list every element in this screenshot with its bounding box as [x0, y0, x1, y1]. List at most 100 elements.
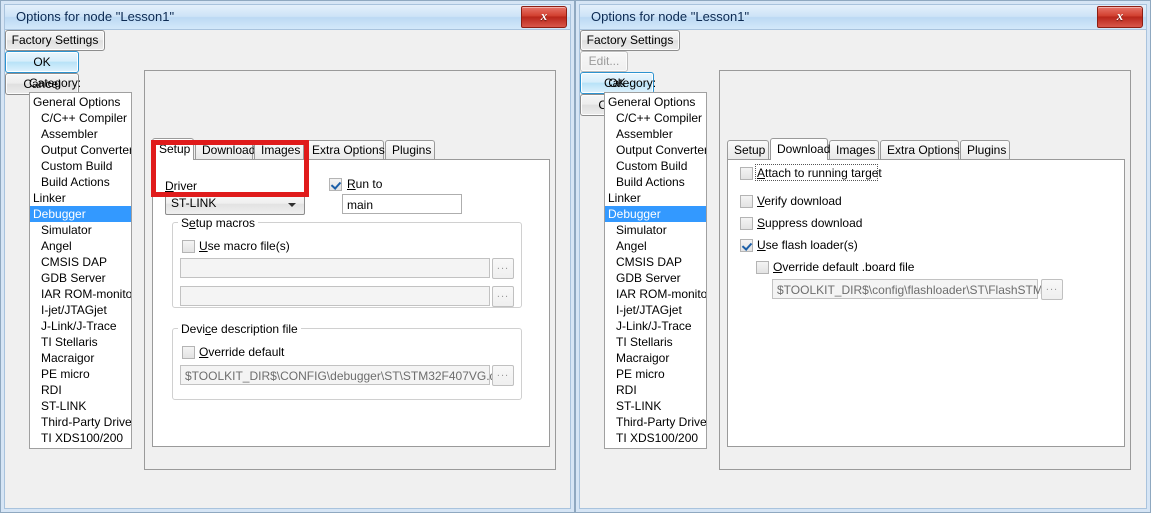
tab-download[interactable]: Download: [195, 140, 255, 159]
tabstrip-right: Setup Download Images Extra Options Plugins: [727, 138, 1125, 160]
category-list-left[interactable]: General Options C/C++ Compiler Assembler Ou…: [29, 92, 132, 449]
tab-download[interactable]: Download: [770, 138, 830, 160]
category-item-third-party-driver[interactable]: Third-Party Driver: [30, 414, 131, 430]
category-item-rdi[interactable]: RDI: [605, 382, 706, 398]
run-to-input[interactable]: main: [342, 194, 462, 214]
category-item-debugger[interactable]: Debugger: [30, 206, 131, 222]
override-default-label: Override default: [199, 345, 285, 359]
ok-button-left[interactable]: OK: [5, 51, 79, 73]
category-label-left: Category:: [29, 76, 82, 90]
category-item-general-options[interactable]: General Options: [30, 94, 131, 110]
suppress-download-label: Suppress download: [757, 216, 863, 230]
attach-to-running-target-checkbox[interactable]: [740, 167, 753, 180]
category-item-output-converter[interactable]: Output Converter: [30, 142, 131, 158]
category-item-assembler[interactable]: Assembler: [30, 126, 131, 142]
driver-label-rest: river: [173, 179, 198, 193]
tab-plugins[interactable]: Plugins: [960, 140, 1010, 159]
edit-board-file-button[interactable]: Edit...: [580, 51, 628, 72]
category-item-macraigor[interactable]: Macraigor: [605, 350, 706, 366]
category-item-cmsis-dap[interactable]: CMSIS DAP: [605, 254, 706, 270]
category-item-ti-stellaris[interactable]: TI Stellaris: [30, 334, 131, 350]
category-item-j-link-j-trace[interactable]: J-Link/J-Trace: [605, 318, 706, 334]
tab-plugins[interactable]: Plugins: [385, 140, 435, 159]
macro-file-browse-button-2[interactable]: ...: [492, 286, 514, 307]
driver-combobox[interactable]: ST-LINK: [165, 193, 305, 215]
category-item-gdb-server[interactable]: GDB Server: [605, 270, 706, 286]
category-item-cmsis-dap[interactable]: CMSIS DAP: [30, 254, 131, 270]
close-icon: x: [1116, 8, 1124, 23]
device-description-title: Device description file: [178, 322, 301, 336]
override-default-checkbox[interactable]: [182, 346, 195, 359]
category-item-gdb-server[interactable]: GDB Server: [30, 270, 131, 286]
category-item-i-jet-jtagjet[interactable]: I-jet/JTAGjet: [605, 302, 706, 318]
category-item-iar-rom-monitor[interactable]: IAR ROM-monitor: [30, 286, 131, 302]
category-item-ti-xds100-200[interactable]: TI XDS100/200: [605, 430, 706, 446]
category-item-custom-build[interactable]: Custom Build: [30, 158, 131, 174]
category-item-linker[interactable]: Linker: [30, 190, 131, 206]
use-macro-files-checkbox[interactable]: [182, 240, 195, 253]
client-area-right: Category: General Options C/C++ Compiler A…: [579, 29, 1147, 509]
verify-download-label: Verify download: [757, 194, 842, 208]
category-item-third-party-driver[interactable]: Third-Party Driver: [605, 414, 706, 430]
category-item-general-options[interactable]: General Options: [605, 94, 706, 110]
category-item-simulator[interactable]: Simulator: [605, 222, 706, 238]
board-file-input[interactable]: $TOOLKIT_DIR$\config\flashloader\ST\Flas…: [772, 279, 1050, 299]
category-item-c-c-compiler[interactable]: C/C++ Compiler: [605, 110, 706, 126]
category-item-pe-micro[interactable]: PE micro: [30, 366, 131, 382]
category-item-linker[interactable]: Linker: [605, 190, 706, 206]
attach-to-running-target-label: Attach to running target: [757, 166, 882, 180]
category-item-debugger[interactable]: Debugger: [605, 206, 706, 222]
category-item-c-c-compiler[interactable]: C/C++ Compiler: [30, 110, 131, 126]
category-item-ti-xds100-200[interactable]: TI XDS100/200: [30, 430, 131, 446]
macro-file-input-1[interactable]: [180, 258, 490, 278]
options-dialog-left: Options for node "Lesson1" x Category: G…: [0, 0, 575, 513]
titlebar-left: Options for node "Lesson1" x: [4, 4, 571, 29]
category-item-build-actions[interactable]: Build Actions: [30, 174, 131, 190]
category-list-right[interactable]: General Options C/C++ Compiler Assembler Ou…: [604, 92, 707, 449]
category-item-angel[interactable]: Angel: [605, 238, 706, 254]
device-description-browse-button[interactable]: ...: [492, 365, 514, 386]
category-label-right: Category:: [604, 76, 657, 90]
run-to-checkbox[interactable]: [329, 178, 342, 191]
close-icon: x: [540, 8, 548, 23]
category-item-pe-micro[interactable]: PE micro: [605, 366, 706, 382]
tab-setup[interactable]: Setup: [152, 138, 194, 160]
board-file-browse-button[interactable]: ...: [1041, 279, 1063, 300]
tab-setup[interactable]: Setup: [727, 140, 769, 159]
category-item-rdi[interactable]: RDI: [30, 382, 131, 398]
factory-settings-button-right[interactable]: Factory Settings: [580, 30, 680, 51]
category-item-ti-stellaris[interactable]: TI Stellaris: [605, 334, 706, 350]
category-item-angel[interactable]: Angel: [30, 238, 131, 254]
close-button-right[interactable]: x: [1097, 6, 1143, 28]
category-item-assembler[interactable]: Assembler: [605, 126, 706, 142]
device-description-input[interactable]: $TOOLKIT_DIR$\CONFIG\debugger\ST\STM32F4…: [180, 365, 506, 385]
tab-extra-options[interactable]: Extra Options: [305, 140, 385, 159]
category-item-build-actions[interactable]: Build Actions: [605, 174, 706, 190]
ellipsis-icon: ...: [496, 260, 510, 272]
use-flash-loaders-checkbox[interactable]: [740, 239, 753, 252]
use-flash-loaders-label: Use flash loader(s): [757, 238, 858, 252]
window-title-left: Options for node "Lesson1": [16, 9, 175, 24]
category-item-i-jet-jtagjet[interactable]: I-jet/JTAGjet: [30, 302, 131, 318]
factory-settings-button-left[interactable]: Factory Settings: [5, 30, 105, 51]
verify-download-checkbox[interactable]: [740, 195, 753, 208]
category-item-custom-build[interactable]: Custom Build: [605, 158, 706, 174]
tab-images[interactable]: Images: [254, 140, 304, 159]
category-item-st-link[interactable]: ST-LINK: [30, 398, 131, 414]
close-button-left[interactable]: x: [521, 6, 567, 28]
tab-extra-options[interactable]: Extra Options: [880, 140, 960, 159]
category-item-st-link[interactable]: ST-LINK: [605, 398, 706, 414]
macro-file-input-2[interactable]: [180, 286, 490, 306]
suppress-download-checkbox[interactable]: [740, 217, 753, 230]
category-item-simulator[interactable]: Simulator: [30, 222, 131, 238]
override-board-file-checkbox[interactable]: [756, 261, 769, 274]
setup-macros-title: Setup macros: [178, 216, 259, 230]
category-item-j-link-j-trace[interactable]: J-Link/J-Trace: [30, 318, 131, 334]
tab-images[interactable]: Images: [829, 140, 879, 159]
category-item-iar-rom-monitor[interactable]: IAR ROM-monitor: [605, 286, 706, 302]
category-item-macraigor[interactable]: Macraigor: [30, 350, 131, 366]
board-file-path: $TOOLKIT_DIR$\config\flashloader\ST\Flas…: [777, 283, 1050, 297]
macro-file-browse-button-1[interactable]: ...: [492, 258, 514, 279]
category-item-output-converter[interactable]: Output Converter: [605, 142, 706, 158]
screenshot-root: Options for node "Lesson1" x Category: G…: [0, 0, 1151, 513]
